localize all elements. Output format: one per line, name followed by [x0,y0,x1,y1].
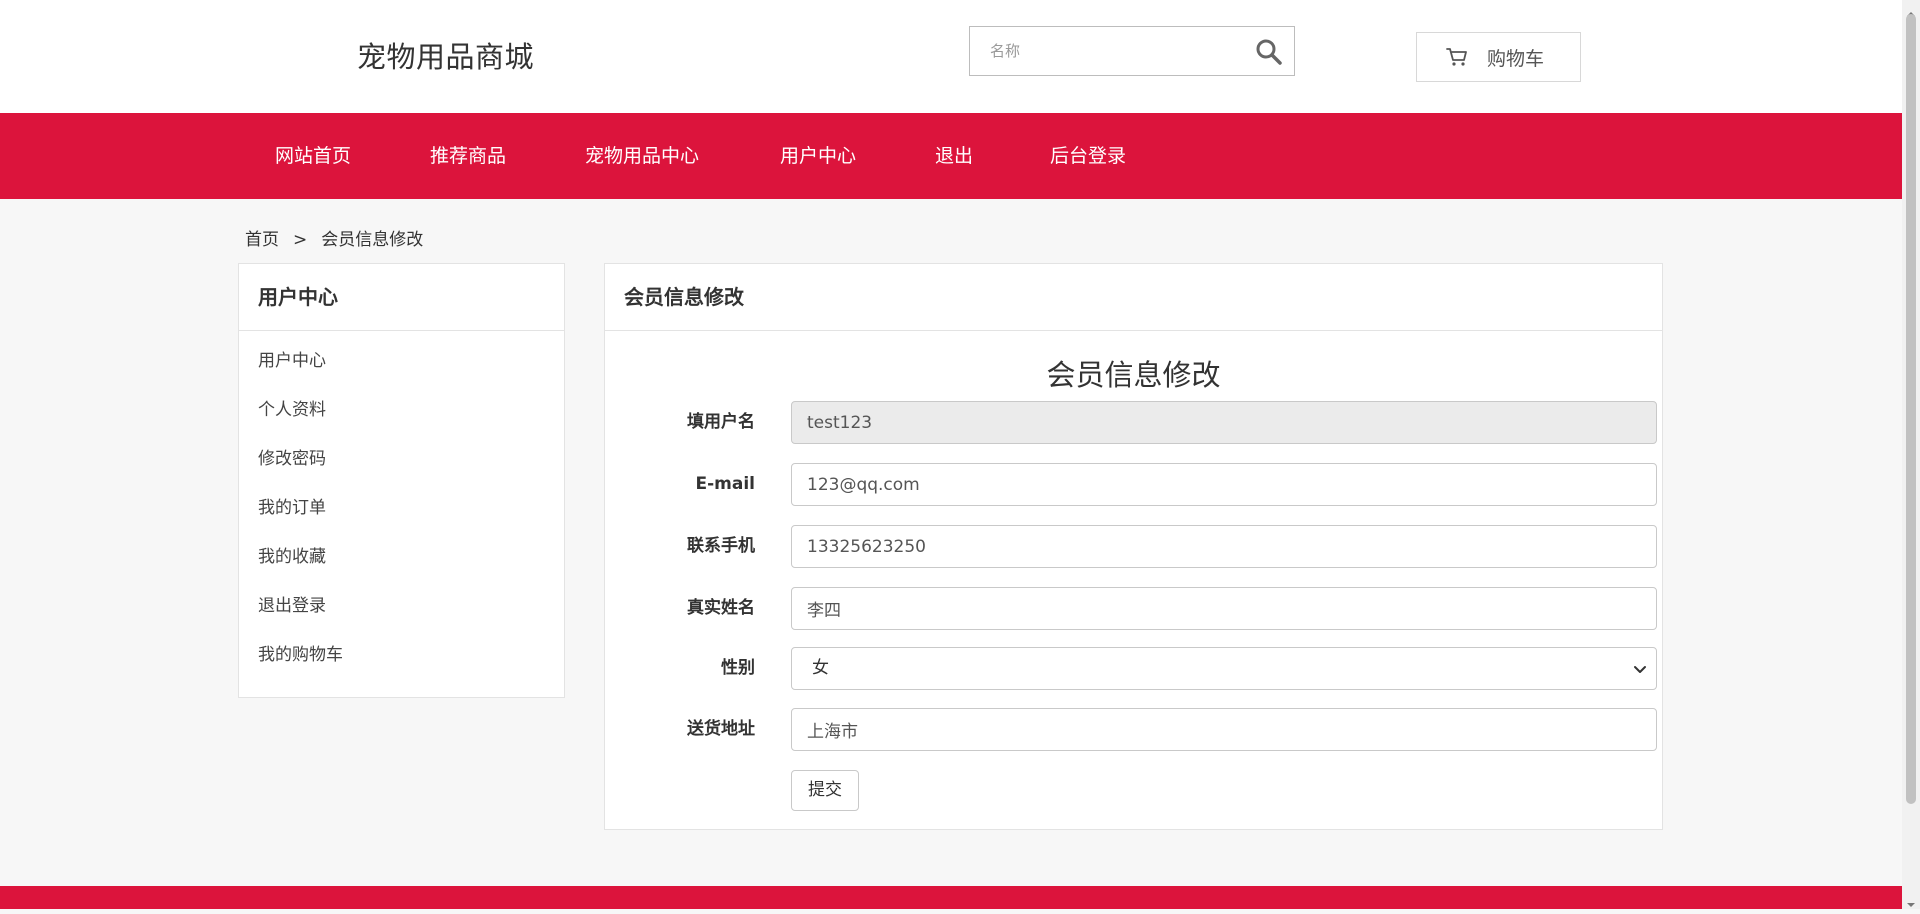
sidebar-item-my-cart[interactable]: 我的购物车 [239,631,564,680]
email-label: E-mail [695,474,755,494]
main-panel: 会员信息修改 会员信息修改 填用户名 E-mail 联系手机 真实姓名 性别 女… [604,263,1663,830]
submit-button[interactable]: 提交 [791,770,859,811]
nav-item-logout[interactable]: 退出 [935,113,973,199]
username-field[interactable] [791,401,1657,444]
footer-bar [0,886,1902,909]
site-header: 宠物用品商城 购物车 [0,0,1902,113]
gender-select[interactable]: 女 [791,647,1657,690]
panel-title: 会员信息修改 [605,264,1662,331]
sidebar-item-user-center[interactable]: 用户中心 [239,337,564,386]
page-scrollbar[interactable] [1902,0,1920,909]
form-row-realname: 真实姓名 [605,587,1662,630]
form-row-phone: 联系手机 [605,525,1662,568]
nav-item-home[interactable]: 网站首页 [275,113,351,199]
sidebar-item-my-favorites[interactable]: 我的收藏 [239,533,564,582]
username-label: 填用户名 [687,412,755,432]
sidebar-item-profile[interactable]: 个人资料 [239,386,564,435]
nav-item-admin-login[interactable]: 后台登录 [1050,113,1126,199]
chevron-down-icon [1632,661,1648,677]
sidebar-item-my-orders[interactable]: 我的订单 [239,484,564,533]
form-row-username: 填用户名 [605,401,1662,444]
breadcrumb-home[interactable]: 首页 [245,230,279,250]
cart-label: 购物车 [1487,47,1545,70]
realname-label: 真实姓名 [687,598,755,618]
search-input[interactable] [970,27,1260,75]
address-label: 送货地址 [687,719,755,739]
sidebar-list: 用户中心 个人资料 修改密码 我的订单 我的收藏 退出登录 我的购物车 [239,337,564,680]
gender-label: 性别 [721,658,755,678]
cart-button[interactable]: 购物车 [1416,32,1581,82]
main-nav: 网站首页 推荐商品 宠物用品中心 用户中心 退出 后台登录 [0,113,1902,199]
search-icon[interactable] [1254,37,1284,67]
nav-item-recommended[interactable]: 推荐商品 [430,113,506,199]
sidebar-item-change-password[interactable]: 修改密码 [239,435,564,484]
nav-item-pet-supplies[interactable]: 宠物用品中心 [585,113,699,199]
form-row-submit: 提交 [605,770,1662,813]
email-field[interactable] [791,463,1657,506]
scrollbar-thumb[interactable] [1906,14,1916,804]
breadcrumb-separator: > [293,230,308,250]
site-title[interactable]: 宠物用品商城 [357,34,534,76]
realname-field[interactable] [791,587,1657,630]
scroll-down-icon[interactable] [1906,895,1916,907]
nav-item-user-center[interactable]: 用户中心 [780,113,856,199]
form-row-address: 送货地址 [605,708,1662,751]
gender-value: 女 [812,658,829,678]
phone-label: 联系手机 [687,536,755,556]
sidebar-panel: 用户中心 用户中心 个人资料 修改密码 我的订单 我的收藏 退出登录 我的购物车 [238,263,565,698]
search-box [969,26,1295,76]
sidebar-title: 用户中心 [239,264,564,331]
phone-field[interactable] [791,525,1657,568]
form-row-email: E-mail [605,463,1662,506]
breadcrumb-current: 会员信息修改 [321,230,424,250]
form-row-gender: 性别 女 [605,647,1662,690]
sidebar-item-logout[interactable]: 退出登录 [239,582,564,631]
address-field[interactable] [791,708,1657,751]
cart-icon [1445,45,1469,69]
form-title: 会员信息修改 [1046,358,1221,392]
scroll-up-icon[interactable] [1906,4,1916,16]
breadcrumb: 首页 > 会员信息修改 [245,225,423,250]
